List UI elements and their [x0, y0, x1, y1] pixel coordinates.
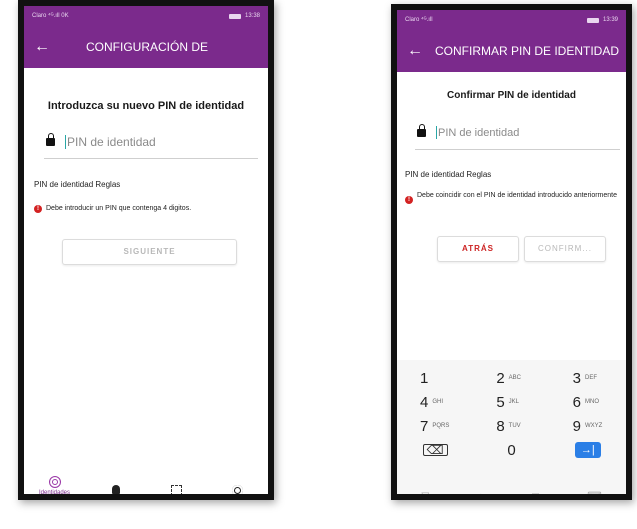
- text-caret: [65, 135, 66, 149]
- app-bar: ← CONFIRMAR PIN DE IDENTIDAD: [397, 30, 626, 72]
- error-icon: !: [34, 205, 42, 213]
- bell-icon: [111, 485, 121, 494]
- status-bar: Claro ⁴ᴳ.ıll 13:39: [397, 10, 626, 30]
- nav-item-qr-scan[interactable]: [147, 485, 207, 494]
- status-time: 13:38: [244, 13, 260, 19]
- battery-icon: [228, 13, 241, 19]
- key-4[interactable]: 4 GHI: [397, 390, 473, 414]
- page-heading: Introduzca su nuevo PIN de identidad: [47, 100, 245, 112]
- pin-input-underline: [415, 149, 620, 150]
- app-bar-title: CONFIGURACIÓN DE: [86, 40, 209, 54]
- pin-field[interactable]: [46, 133, 217, 149]
- numeric-keypad: 1 2 ABC 3 DEF 4 GHI 5 JKL 6 MNO 7 PQRS 8 TUV 9W…: [397, 360, 626, 495]
- lock-icon: [417, 123, 426, 137]
- key-3[interactable]: 3 DEF: [550, 366, 626, 390]
- gear-icon: [232, 485, 243, 494]
- backspace-icon: ⌫: [422, 444, 448, 456]
- key-9[interactable]: 9 WXYZ: [550, 414, 626, 438]
- key-0[interactable]: 0: [473, 438, 549, 462]
- bottom-navigation: Identidades: [24, 472, 268, 496]
- qr-scan-icon: [171, 485, 182, 494]
- back-arrow-icon[interactable]: ←: [401, 42, 429, 60]
- status-bar: Claro ⁴ᴳ.ıll 0K 13:38: [24, 6, 268, 26]
- key-2[interactable]: 2 ABC: [473, 366, 549, 390]
- nav-label-identidades: Identidades: [38, 490, 71, 496]
- key-7[interactable]: 7 PQRS: [397, 414, 473, 438]
- rule-text: Debe introducir un PIN que contenga 4 di…: [46, 205, 192, 212]
- nav-item-notifications[interactable]: [86, 485, 146, 494]
- phone-screen-pin-setup: Claro ⁴ᴳ.ıll 0K 13:38 ← CONFIGURACIÓN DE…: [18, 0, 274, 500]
- key-8[interactable]: 8 TUV: [473, 414, 549, 438]
- key-5[interactable]: 5 JKL: [473, 390, 549, 414]
- carrier-signal: Claro ⁴ᴳ.ıll: [405, 17, 433, 23]
- nav-recents-icon[interactable]: □: [532, 491, 538, 495]
- pin-input[interactable]: [67, 135, 217, 149]
- fingerprint-icon: [48, 476, 61, 488]
- carrier-signal: Claro ⁴ᴳ.ıll 0K: [32, 13, 69, 19]
- lock-icon: [46, 133, 55, 146]
- error-icon: !: [405, 196, 413, 204]
- rule-item: ! Debe introducir un PIN que contenga 4 …: [34, 205, 268, 213]
- app-bar: ← CONFIGURACIÓN DE: [24, 26, 268, 68]
- rule-item: ! Debe coincidir con el PIN de identidad…: [405, 192, 626, 204]
- app-bar-title: CONFIRMAR PIN DE IDENTIDAD: [435, 44, 620, 58]
- rule-text: Debe coincidir con el PIN de identidad i…: [417, 192, 618, 199]
- phone-screen-pin-confirm: Claro ⁴ᴳ.ıll 13:39 ← CONFIRMAR PIN DE ID…: [391, 4, 632, 500]
- nav-item-identidades[interactable]: Identidades: [25, 476, 85, 496]
- rules-title: PIN de identidad Reglas: [405, 170, 492, 179]
- nav-item-settings[interactable]: [208, 485, 268, 494]
- nav-home-icon[interactable]: ○: [478, 491, 484, 495]
- keyboard-icon[interactable]: ⌨: [587, 491, 601, 495]
- back-arrow-icon[interactable]: ←: [28, 38, 56, 56]
- pin-input-underline: [44, 158, 258, 159]
- key-1[interactable]: 1: [397, 366, 473, 390]
- page-heading: Confirmar PIN de identidad: [447, 90, 576, 101]
- key-6[interactable]: 6 MNO: [550, 390, 626, 414]
- pin-input[interactable]: [438, 126, 588, 139]
- battery-icon: [586, 17, 599, 23]
- nav-back-icon[interactable]: ▽: [421, 491, 429, 495]
- key-go[interactable]: →|: [550, 438, 626, 462]
- status-time: 13:39: [602, 17, 618, 23]
- pin-field[interactable]: [417, 123, 588, 139]
- next-button[interactable]: SIGUIENTE: [62, 239, 237, 265]
- system-navigation-bar: ▽ ○ □ ⌨: [397, 486, 626, 495]
- text-caret: [436, 126, 437, 139]
- key-backspace[interactable]: ⌫: [397, 438, 473, 462]
- rules-title: PIN de identidad Reglas: [34, 180, 121, 189]
- back-button[interactable]: ATRÁS: [437, 236, 519, 262]
- confirm-button[interactable]: CONFIRM...: [524, 236, 606, 262]
- enter-arrow-icon: →|: [574, 442, 601, 458]
